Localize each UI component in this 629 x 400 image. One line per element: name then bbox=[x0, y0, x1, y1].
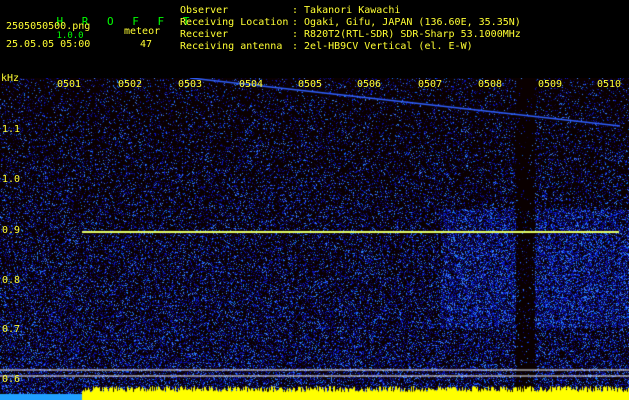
time-tick-label: 0502 bbox=[118, 79, 143, 90]
date-time: 25.05.05 05:00 bbox=[6, 39, 91, 50]
time-tick-label: 0507 bbox=[418, 79, 443, 90]
freq-tick-label: 0.6 bbox=[2, 374, 21, 385]
meteor-label: meteor bbox=[124, 26, 161, 37]
freq-tick-label: 0.8 bbox=[2, 275, 21, 286]
antenna-label: Receiving antenna bbox=[180, 41, 283, 52]
file-name: 2505050500.png bbox=[6, 21, 91, 32]
freq-tick-label: 0.7 bbox=[2, 324, 21, 335]
spectrogram-plot bbox=[0, 78, 629, 400]
frequency-unit-label: kHz bbox=[1, 73, 20, 84]
time-tick-label: 0510 bbox=[597, 79, 622, 90]
time-tick-label: 0503 bbox=[178, 79, 203, 90]
time-tick-label: 0506 bbox=[357, 79, 382, 90]
hrofft-spectrogram-window: H R O F F T 1.0.0 2505050500.png 25.05.0… bbox=[0, 0, 629, 400]
freq-tick-label: 1.1 bbox=[2, 124, 21, 135]
meteor-count: 47 bbox=[140, 39, 153, 50]
time-tick-label: 0505 bbox=[298, 79, 323, 90]
time-tick-label: 0508 bbox=[478, 79, 503, 90]
freq-tick-label: 0.9 bbox=[2, 225, 21, 236]
antenna-value: : 2el-HB9CV Vertical (el. E-W) bbox=[292, 41, 473, 52]
time-tick-label: 0501 bbox=[57, 79, 82, 90]
time-tick-label: 0504 bbox=[239, 79, 264, 90]
freq-tick-label: 1.0 bbox=[2, 174, 21, 185]
time-tick-label: 0509 bbox=[538, 79, 563, 90]
